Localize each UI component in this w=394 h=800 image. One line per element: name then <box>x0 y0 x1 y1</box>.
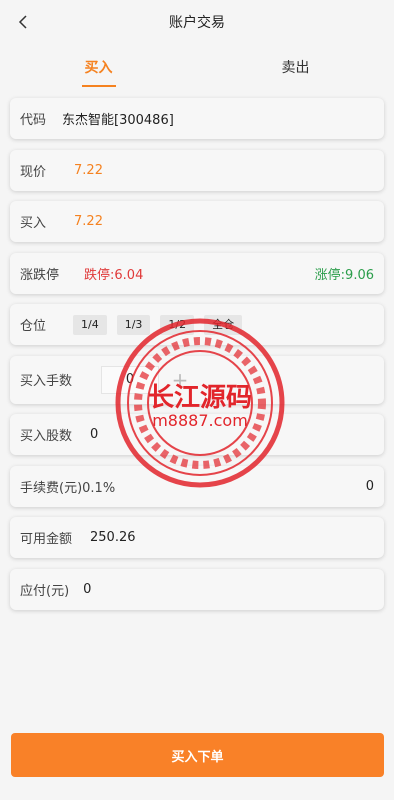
buy-price-value: 7.22 <box>74 214 103 229</box>
limit-up-value: 涨停:9.06 <box>314 267 374 283</box>
position-half-button[interactable]: 1/2 <box>160 314 195 335</box>
current-price-label: 现价 <box>20 164 47 180</box>
payable-label: 应付(元) <box>20 583 70 599</box>
payable-value: 0 <box>83 581 92 597</box>
position-label: 仓位 <box>20 319 47 334</box>
code-value: 东杰智能[300486] <box>62 113 174 128</box>
chevron-left-icon <box>18 15 27 29</box>
lots-row: 买入手数 + <box>10 355 384 404</box>
available-label: 可用金额 <box>20 532 73 547</box>
page-title: 账户交易 <box>169 15 225 31</box>
plus-icon[interactable]: + <box>167 367 193 393</box>
code-label: 代码 <box>20 113 47 128</box>
buy-price-label: 买入 <box>20 216 47 231</box>
position-full-button[interactable]: 全仓 <box>204 314 243 335</box>
app-header: 账户交易 <box>0 0 394 44</box>
tab-buy[interactable]: 买入 <box>0 44 197 90</box>
limit-down-value: 跌停:6.04 <box>84 267 144 283</box>
trade-tabs: 买入 卖出 <box>0 44 394 90</box>
available-row: 可用金额 250.26 <box>10 517 384 558</box>
fee-label: 手续费(元)0.1% <box>20 480 116 496</box>
position-quarter-button[interactable]: 1/4 <box>73 314 107 335</box>
lots-label: 买入手数 <box>20 374 73 389</box>
current-price-row: 现价 7.22 <box>10 149 384 191</box>
back-button[interactable] <box>12 10 34 34</box>
available-value: 250.26 <box>90 530 136 545</box>
position-row: 仓位 1/4 1/3 1/2 全仓 <box>10 304 384 345</box>
current-price-value: 7.22 <box>74 162 103 178</box>
payable-row: 应付(元) 0 <box>10 568 384 610</box>
submit-buy-button[interactable]: 买入下单 <box>11 733 384 777</box>
shares-label: 买入股数 <box>20 429 73 444</box>
lots-input[interactable] <box>101 365 160 394</box>
fee-row: 手续费(元)0.1% 0 <box>10 465 384 507</box>
trade-form: 代码 东杰智能[300486] 现价 7.22 买入 7.22 涨跌停 跌停:6… <box>0 90 394 610</box>
limits-label: 涨跌停 <box>20 267 60 283</box>
code-row: 代码 东杰智能[300486] <box>10 98 384 139</box>
shares-value: 0 <box>90 427 99 442</box>
buy-price-row: 买入 7.22 <box>10 201 384 242</box>
shares-row: 买入股数 0 <box>10 414 384 455</box>
position-third-button[interactable]: 1/3 <box>116 314 151 335</box>
tab-sell[interactable]: 卖出 <box>197 44 394 90</box>
fee-value: 0 <box>365 478 374 494</box>
limits-row: 涨跌停 跌停:6.04 涨停:9.06 <box>10 252 384 294</box>
